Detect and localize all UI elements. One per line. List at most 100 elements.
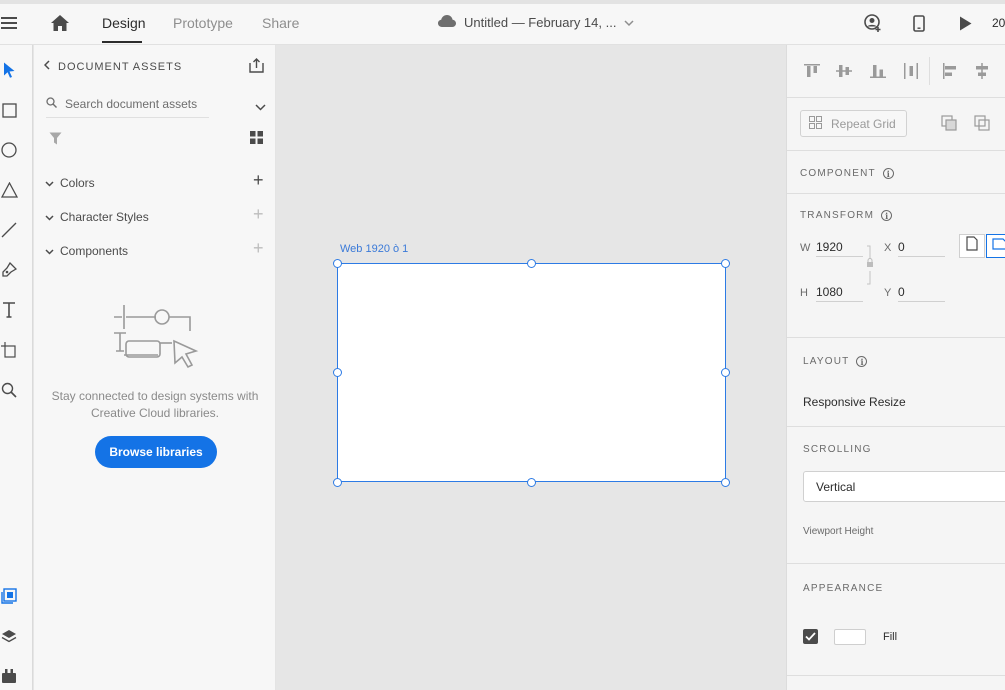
- polygon-tool-icon[interactable]: [0, 180, 18, 200]
- distribute-horizontal-icon[interactable]: [902, 62, 920, 80]
- repeat-grid-label: Repeat Grid: [831, 116, 896, 131]
- assets-panel-icon[interactable]: [0, 586, 18, 606]
- divider: [787, 150, 1005, 151]
- height-input[interactable]: [816, 282, 863, 302]
- play-preview-icon[interactable]: [957, 15, 973, 31]
- add-color-plus-icon[interactable]: +: [253, 171, 264, 189]
- add-component-plus-icon[interactable]: +: [253, 239, 264, 257]
- search-placeholder: Search document assets: [65, 97, 198, 111]
- section-components[interactable]: Components: [45, 244, 128, 258]
- width-label: W: [800, 242, 811, 254]
- align-left-icon[interactable]: [941, 62, 959, 80]
- resize-handle-top-left[interactable]: [333, 259, 342, 268]
- repeat-grid-button[interactable]: Repeat Grid: [800, 110, 907, 137]
- align-middle-icon[interactable]: [835, 62, 853, 80]
- search-icon: [46, 97, 57, 111]
- responsive-resize-label[interactable]: Responsive Resize: [803, 395, 906, 409]
- info-icon[interactable]: i: [881, 210, 893, 221]
- grid-view-icon[interactable]: [250, 131, 264, 145]
- pen-tool-icon[interactable]: [0, 260, 18, 280]
- scrolling-section-title: SCROLLING: [803, 444, 872, 455]
- y-label: Y: [884, 287, 892, 299]
- share-icon[interactable]: [249, 58, 265, 74]
- filter-icon[interactable]: [49, 132, 63, 146]
- divider: [787, 337, 1005, 338]
- width-input[interactable]: [816, 237, 863, 257]
- section-character-styles[interactable]: Character Styles: [45, 210, 149, 224]
- divider: [787, 193, 1005, 194]
- mask-with-shape-icon[interactable]: [941, 115, 958, 132]
- text-tool-icon[interactable]: [0, 300, 18, 320]
- home-icon[interactable]: [50, 14, 70, 32]
- repeat-grid-icon: [809, 115, 822, 132]
- assets-panel-title: DOCUMENT ASSETS: [58, 60, 183, 73]
- tab-share[interactable]: Share: [262, 15, 299, 31]
- zoom-level[interactable]: 20: [992, 16, 1005, 30]
- fill-checkbox[interactable]: [803, 629, 818, 644]
- chevron-down-icon: [45, 176, 54, 190]
- scrolling-dropdown[interactable]: Vertical: [803, 471, 1005, 502]
- tools-toolbar: [0, 45, 33, 690]
- mobile-preview-icon[interactable]: [912, 14, 926, 32]
- layers-panel-icon[interactable]: [0, 626, 18, 646]
- info-icon[interactable]: i: [856, 356, 868, 367]
- cloud-icon: [438, 15, 456, 30]
- section-colors[interactable]: Colors: [45, 176, 95, 190]
- viewport-height-label: Viewport Height: [803, 526, 874, 537]
- resize-handle-top-center[interactable]: [527, 259, 536, 268]
- checkmark-icon: [805, 628, 816, 646]
- zoom-tool-icon[interactable]: [0, 380, 18, 400]
- invite-user-icon[interactable]: [864, 14, 882, 32]
- section-character-styles-label: Character Styles: [60, 210, 149, 224]
- x-label: X: [884, 242, 892, 254]
- resize-handle-middle-right[interactable]: [721, 368, 730, 377]
- lock-aspect-toggle[interactable]: [865, 245, 875, 285]
- y-input[interactable]: [898, 282, 945, 302]
- hamburger-menu-icon[interactable]: [0, 14, 18, 32]
- align-bottom-icon[interactable]: [869, 62, 887, 80]
- resize-handle-bottom-left[interactable]: [333, 478, 342, 487]
- resize-handle-top-right[interactable]: [721, 259, 730, 268]
- x-input[interactable]: [898, 237, 945, 257]
- select-tool-icon[interactable]: [0, 60, 18, 80]
- resize-handle-bottom-right[interactable]: [721, 478, 730, 487]
- portrait-orientation-button[interactable]: [959, 234, 985, 258]
- artboard-label[interactable]: Web 1920 ò 1: [340, 243, 408, 255]
- active-tab-indicator: [102, 41, 142, 43]
- boolean-group-icon[interactable]: [974, 115, 991, 132]
- appearance-section-title: APPEARANCE: [803, 583, 883, 594]
- assets-back-button[interactable]: DOCUMENT ASSETS: [43, 60, 183, 73]
- fill-label: Fill: [883, 631, 898, 643]
- section-components-label: Components: [60, 244, 129, 258]
- chevron-down-icon: [45, 244, 54, 258]
- scrolling-title-text: SCROLLING: [803, 444, 872, 455]
- document-title-menu[interactable]: Untitled — February 14, ...: [438, 15, 634, 30]
- resize-handle-bottom-center[interactable]: [527, 478, 536, 487]
- divider: [787, 97, 1005, 98]
- browse-libraries-button[interactable]: Browse libraries: [95, 436, 217, 468]
- search-dropdown-chevron-icon[interactable]: [255, 98, 267, 111]
- artboard[interactable]: [337, 263, 726, 482]
- appearance-title-text: APPEARANCE: [803, 583, 884, 594]
- search-assets-field[interactable]: Search document assets: [46, 91, 209, 118]
- line-tool-icon[interactable]: [0, 220, 18, 240]
- portrait-page-icon: [966, 236, 978, 256]
- align-center-icon[interactable]: [973, 62, 991, 80]
- info-icon[interactable]: i: [882, 168, 894, 179]
- add-character-style-plus-icon[interactable]: +: [253, 205, 264, 223]
- rectangle-tool-icon[interactable]: [0, 100, 18, 120]
- tab-design[interactable]: Design: [102, 15, 146, 31]
- transform-section-title: TRANSFORM i: [800, 210, 893, 221]
- ellipse-tool-icon[interactable]: [0, 140, 18, 160]
- resize-handle-middle-left[interactable]: [333, 368, 342, 377]
- align-top-icon[interactable]: [803, 62, 821, 80]
- landscape-orientation-button[interactable]: [986, 234, 1005, 258]
- fill-color-swatch[interactable]: [834, 629, 866, 645]
- divider: [787, 426, 1005, 427]
- chevron-left-icon: [43, 60, 50, 73]
- tab-prototype[interactable]: Prototype: [173, 15, 233, 31]
- chevron-down-icon: [45, 210, 54, 224]
- artboard-tool-icon[interactable]: [0, 340, 18, 360]
- document-title: Untitled — February 14, ...: [464, 15, 617, 30]
- plugins-panel-icon[interactable]: [0, 666, 18, 686]
